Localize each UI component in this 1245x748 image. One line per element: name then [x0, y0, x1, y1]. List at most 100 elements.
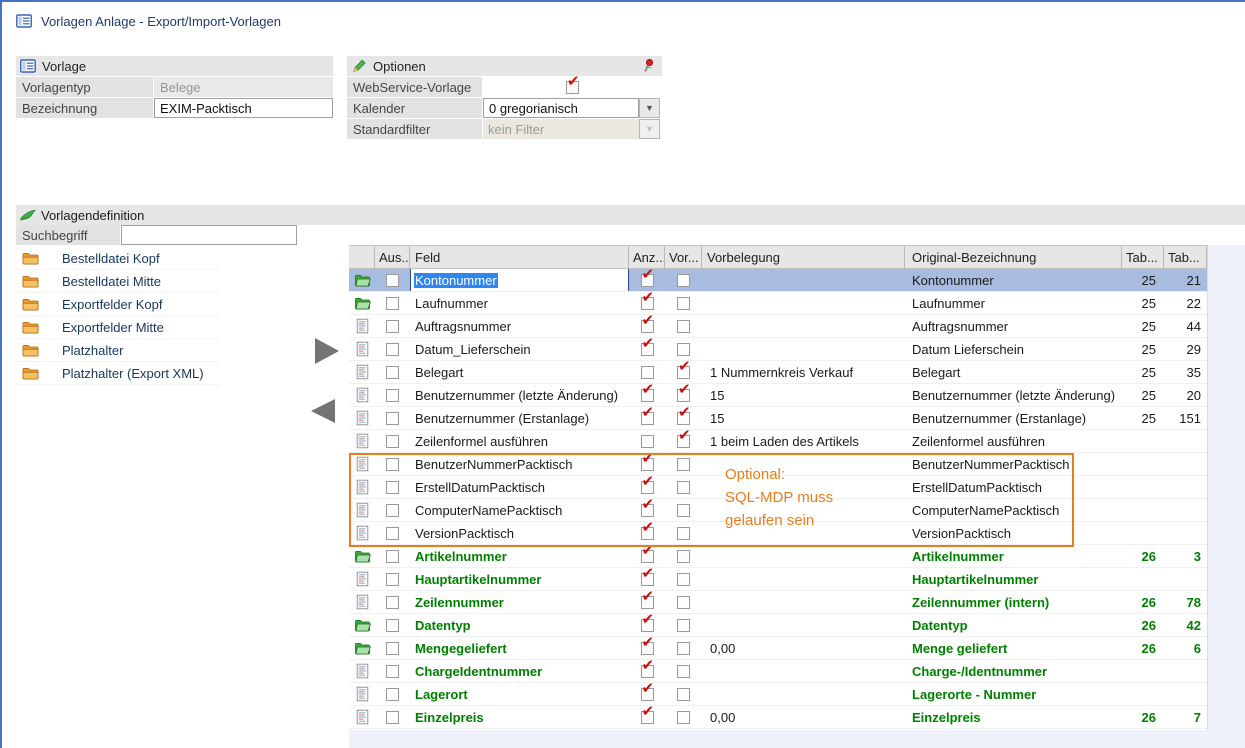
vorbelegung-cell[interactable] [702, 338, 905, 360]
table-row[interactable]: Einzelpreis✔0,00Einzelpreis267 [349, 706, 1207, 729]
anz-checkbox[interactable]: ✔ [641, 274, 654, 287]
vor-checkbox[interactable]: ✔ [677, 412, 690, 425]
table-row[interactable]: Artikelnummer✔Artikelnummer263 [349, 545, 1207, 568]
aus-checkbox[interactable] [386, 389, 399, 402]
aus-checkbox[interactable] [386, 596, 399, 609]
feld-cell[interactable]: Kontonummer [410, 269, 629, 291]
vor-checkbox[interactable] [677, 665, 690, 678]
column-header-aus[interactable]: Aus... [375, 245, 410, 269]
aus-checkbox[interactable] [386, 412, 399, 425]
feld-cell[interactable]: Datum_Lieferschein [410, 338, 629, 360]
vor-checkbox[interactable] [677, 481, 690, 494]
table-row[interactable]: Benutzernummer (letzte Änderung)✔✔15Benu… [349, 384, 1207, 407]
vorbelegung-cell[interactable] [702, 683, 905, 705]
vorbelegung-cell[interactable]: 15 [702, 407, 905, 429]
move-right-button[interactable] [315, 338, 339, 364]
table-row[interactable]: Laufnummer✔Laufnummer2522 [349, 292, 1207, 315]
table-row[interactable]: Auftragsnummer✔Auftragsnummer2544 [349, 315, 1207, 338]
pushpin-icon[interactable] [640, 58, 656, 74]
feld-cell[interactable]: BenutzerNummerPacktisch [410, 453, 629, 475]
feld-cell[interactable]: Hauptartikelnummer [410, 568, 629, 590]
anz-checkbox[interactable]: ✔ [641, 550, 654, 563]
vorbelegung-cell[interactable] [702, 591, 905, 613]
vor-checkbox[interactable] [677, 274, 690, 287]
feld-cell[interactable]: Artikelnummer [410, 545, 629, 567]
folder-list-item[interactable]: Bestelldatei Kopf [16, 247, 220, 270]
feld-cell[interactable]: Auftragsnummer [410, 315, 629, 337]
vor-checkbox[interactable]: ✔ [677, 435, 690, 448]
aus-checkbox[interactable] [386, 711, 399, 724]
table-row[interactable]: Belegart✔1 Nummernkreis VerkaufBelegart2… [349, 361, 1207, 384]
vorbelegung-cell[interactable] [702, 568, 905, 590]
feld-cell[interactable]: Belegart [410, 361, 629, 383]
anz-checkbox[interactable]: ✔ [641, 665, 654, 678]
aus-checkbox[interactable] [386, 550, 399, 563]
column-header-anz[interactable]: Anz... [629, 245, 665, 269]
table-row[interactable]: Kontonummer✔Kontonummer2521 [349, 269, 1207, 292]
vor-checkbox[interactable]: ✔ [677, 389, 690, 402]
anz-checkbox[interactable]: ✔ [641, 642, 654, 655]
vorbelegung-cell[interactable]: 1 beim Laden des Artikels [702, 430, 905, 452]
anz-checkbox[interactable]: ✔ [641, 320, 654, 333]
vorbelegung-cell[interactable] [702, 292, 905, 314]
anz-checkbox[interactable]: ✔ [641, 619, 654, 632]
feld-cell[interactable]: Datentyp [410, 614, 629, 636]
aus-checkbox[interactable] [386, 642, 399, 655]
suchbegriff-input[interactable] [121, 225, 297, 245]
feld-cell[interactable]: Zeilenformel ausführen [410, 430, 629, 452]
column-header-vor[interactable]: Vor... [665, 245, 702, 269]
vor-checkbox[interactable] [677, 596, 690, 609]
vor-checkbox[interactable] [677, 550, 690, 563]
column-header-vorbelegung[interactable]: Vorbelegung [702, 245, 905, 269]
column-header-original[interactable]: Original-Bezeichnung [905, 245, 1122, 269]
move-left-button[interactable] [311, 399, 335, 423]
anz-checkbox[interactable]: ✔ [641, 504, 654, 517]
vorbelegung-cell[interactable]: 15 [702, 384, 905, 406]
webservice-checkbox[interactable]: ✔ [566, 81, 579, 94]
table-row[interactable]: Datum_Lieferschein✔Datum Lieferschein252… [349, 338, 1207, 361]
aus-checkbox[interactable] [386, 343, 399, 356]
anz-checkbox[interactable]: ✔ [641, 297, 654, 310]
anz-checkbox[interactable] [641, 435, 654, 448]
feld-cell[interactable]: Benutzernummer (Erstanlage) [410, 407, 629, 429]
vor-checkbox[interactable] [677, 573, 690, 586]
vor-checkbox[interactable]: ✔ [677, 366, 690, 379]
aus-checkbox[interactable] [386, 665, 399, 678]
column-header-feld[interactable]: Feld [410, 245, 629, 269]
table-row[interactable]: ChargeIdentnummer✔Charge-/Identnummer [349, 660, 1207, 683]
vorbelegung-cell[interactable] [702, 660, 905, 682]
anz-checkbox[interactable]: ✔ [641, 343, 654, 356]
kalender-dropdown-button[interactable]: ▼ [639, 98, 660, 118]
table-row[interactable]: Zeilennummer✔Zeilennummer (intern)2678 [349, 591, 1207, 614]
anz-checkbox[interactable]: ✔ [641, 527, 654, 540]
anz-checkbox[interactable]: ✔ [641, 389, 654, 402]
column-header-tabelle[interactable]: Tab... [1122, 245, 1164, 269]
aus-checkbox[interactable] [386, 435, 399, 448]
aus-checkbox[interactable] [386, 573, 399, 586]
vor-checkbox[interactable] [677, 688, 690, 701]
feld-cell[interactable]: Laufnummer [410, 292, 629, 314]
aus-checkbox[interactable] [386, 527, 399, 540]
vor-checkbox[interactable] [677, 619, 690, 632]
aus-checkbox[interactable] [386, 481, 399, 494]
anz-checkbox[interactable]: ✔ [641, 596, 654, 609]
bezeichnung-input[interactable]: EXIM-Packtisch [154, 98, 333, 118]
vorbelegung-cell[interactable]: 0,00 [702, 706, 905, 728]
vor-checkbox[interactable] [677, 320, 690, 333]
folder-list-item[interactable]: Platzhalter [16, 339, 220, 362]
anz-checkbox[interactable] [641, 366, 654, 379]
folder-list-item[interactable]: Platzhalter (Export XML) [16, 362, 220, 385]
table-row[interactable]: Hauptartikelnummer✔Hauptartikelnummer [349, 568, 1207, 591]
feld-cell[interactable]: Einzelpreis [410, 706, 629, 728]
aus-checkbox[interactable] [386, 366, 399, 379]
feld-cell[interactable]: ComputerNamePacktisch [410, 499, 629, 521]
anz-checkbox[interactable]: ✔ [641, 688, 654, 701]
vorbelegung-cell[interactable]: 0,00 [702, 637, 905, 659]
vorbelegung-cell[interactable]: 1 Nummernkreis Verkauf [702, 361, 905, 383]
anz-checkbox[interactable]: ✔ [641, 458, 654, 471]
aus-checkbox[interactable] [386, 320, 399, 333]
aus-checkbox[interactable] [386, 458, 399, 471]
vor-checkbox[interactable] [677, 343, 690, 356]
feld-cell[interactable]: Lagerort [410, 683, 629, 705]
table-row[interactable]: Benutzernummer (Erstanlage)✔✔15Benutzern… [349, 407, 1207, 430]
